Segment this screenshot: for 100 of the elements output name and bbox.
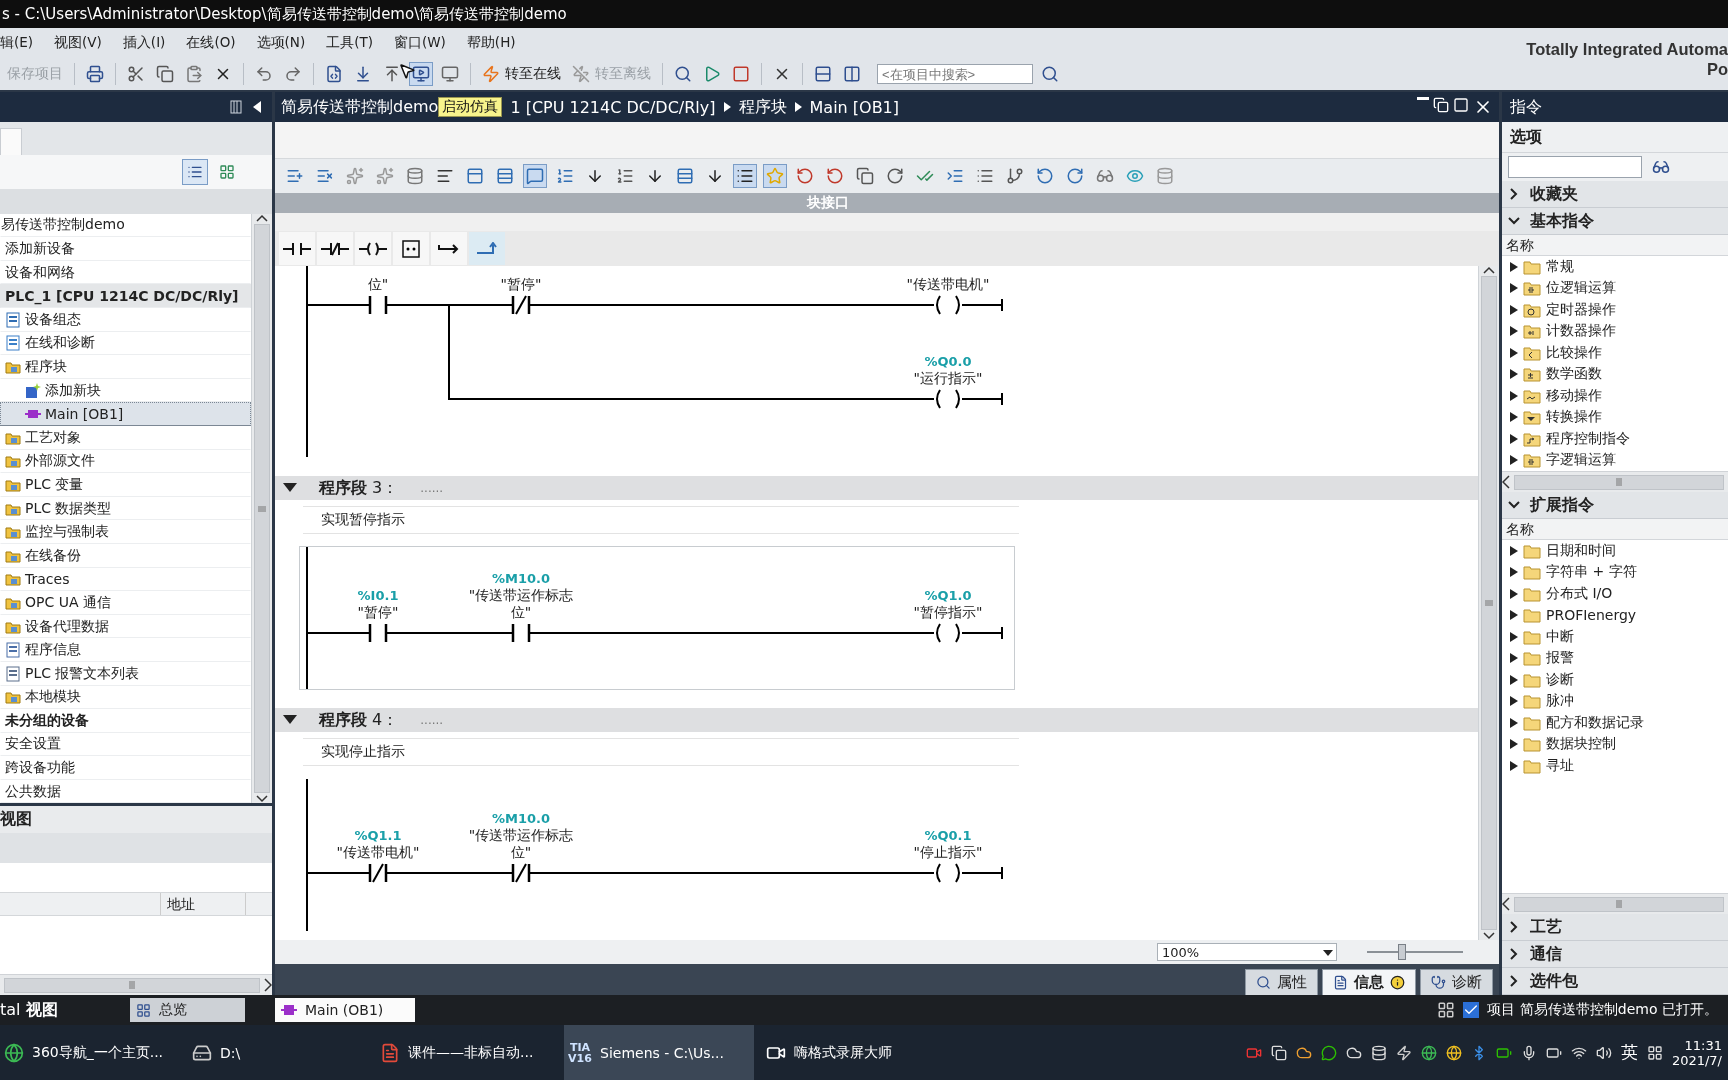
editor-tab[interactable]: Main (OB1)	[275, 998, 415, 1022]
section-header[interactable]: 收藏夹	[1502, 181, 1728, 208]
panel-title: 指令	[1510, 96, 1542, 118]
tag-label: "停止指示"	[913, 844, 983, 861]
instruction-folder[interactable]: 计数器操作	[1502, 320, 1728, 342]
inspector-tab[interactable]: 属性	[1245, 969, 1318, 995]
section-header[interactable]: 基本指令	[1502, 208, 1728, 235]
address-label: %Q0.1	[924, 827, 972, 844]
tree-item[interactable]: 易传送带控制demo	[0, 213, 251, 238]
column-header: 地址	[160, 893, 246, 916]
instruction-folder[interactable]: 定时器操作	[1502, 299, 1728, 321]
tree-item[interactable]: 程序块	[0, 355, 251, 379]
tree-item[interactable]: 在线和诊断	[0, 331, 251, 356]
tree-item[interactable]: 程序信息	[0, 638, 251, 662]
detail-view-title: 视图	[0, 809, 32, 831]
instruction-folder[interactable]: 字符串 + 字符	[1502, 561, 1728, 583]
editor-tab[interactable]: 总览	[130, 998, 245, 1022]
section-header[interactable]: 工艺	[1502, 914, 1728, 941]
tree-item[interactable]: 安全设置	[0, 732, 251, 757]
tooltip: 启动仿真	[438, 97, 503, 117]
tree-item[interactable]: 监控与强制表	[0, 520, 251, 544]
tag-label: "传送带运作标志位"	[467, 587, 575, 621]
brand-title: Totally Integrated Automa	[1526, 39, 1728, 59]
tag-label: "传送带电机"	[906, 276, 990, 293]
tree-item[interactable]: 设备代理数据	[0, 614, 251, 639]
tag-label: "运行指示"	[913, 370, 983, 387]
portal-view-link[interactable]: tal 视图	[0, 999, 130, 1021]
tree-item[interactable]: Traces	[0, 567, 251, 592]
instruction-folder[interactable]: 报警	[1502, 647, 1728, 669]
go-online-button[interactable]: 转至在线	[479, 62, 564, 86]
taskbar-item[interactable]: 嗨格式录屏大师	[762, 1025, 942, 1080]
instruction-folder[interactable]: 常规	[1502, 256, 1728, 278]
instruction-folder[interactable]: PROFIenergy	[1502, 604, 1728, 626]
instruction-folder[interactable]: 诊断	[1502, 669, 1728, 691]
menu-item[interactable]: 在线(O)	[186, 34, 236, 52]
clock-date: 2021/7/	[1671, 1052, 1722, 1068]
instruction-folder[interactable]: 数据块控制	[1502, 733, 1728, 755]
instruction-folder[interactable]: 中断	[1502, 626, 1728, 648]
tree-item[interactable]: Main [OB1]	[0, 402, 251, 426]
tree-item[interactable]: OPC UA 通信	[0, 591, 251, 615]
taskbar-item[interactable]: D:\	[188, 1025, 368, 1080]
instruction-folder[interactable]: 寻址	[1502, 755, 1728, 777]
menu-item[interactable]: 视图(V)	[54, 34, 102, 52]
address-label: %M10.0	[491, 570, 550, 587]
app-logo: TIA V16	[568, 1041, 592, 1064]
taskbar-item[interactable]: 360导航_一个主页...	[0, 1025, 180, 1080]
instruction-folder[interactable]: 转换操作	[1502, 406, 1728, 428]
instruction-folder[interactable]: 字逻辑运算	[1502, 449, 1728, 471]
tree-item[interactable]: 外部源文件	[0, 449, 251, 474]
address-label: %Q1.0	[924, 587, 972, 604]
menu-item[interactable]: 窗口(W)	[393, 34, 446, 52]
network-comment: 实现停止指示	[303, 738, 1019, 766]
menu-item[interactable]: 插入(I)	[122, 34, 166, 52]
network-title: 程序段 3：	[319, 477, 399, 499]
instruction-folder[interactable]: 程序控制指令	[1502, 428, 1728, 450]
menu-item[interactable]: 辑(E)	[0, 34, 34, 52]
options-label: 选项	[1510, 126, 1542, 148]
tag-label: "传送带电机"	[336, 844, 420, 861]
column-header: 名称	[1502, 235, 1728, 256]
breadcrumb-item[interactable]: 程序块	[738, 96, 787, 118]
status-message: 项目 简易传送带控制demo 已打开。	[1487, 1001, 1718, 1019]
instruction-folder[interactable]: 位逻辑运算	[1502, 277, 1728, 299]
tag-label: "暂停指示"	[913, 604, 983, 621]
instruction-folder[interactable]: 分布式 I/O	[1502, 583, 1728, 605]
instruction-folder[interactable]: 数学函数	[1502, 363, 1728, 385]
instruction-folder[interactable]: 配方和数据记录	[1502, 712, 1728, 734]
address-label: %M10.0	[491, 810, 550, 827]
tree-item[interactable]: PLC_1 [CPU 1214C DC/DC/Rly]	[0, 284, 251, 308]
taskbar-item[interactable]: 课件——非标自动...	[376, 1025, 556, 1080]
tree-item[interactable]: PLC 变量	[0, 473, 251, 497]
tag-label: "传送带运作标志位"	[467, 827, 575, 861]
tree-item[interactable]: 本地模块	[0, 685, 251, 710]
input-method-label[interactable]: 英	[1620, 1041, 1638, 1064]
breadcrumb-item[interactable]: 1 [CPU 1214C DC/DC/Rly]	[510, 97, 716, 117]
menu-item[interactable]: 工具(T)	[326, 34, 373, 52]
instruction-folder[interactable]: 比较操作	[1502, 342, 1728, 364]
section-header[interactable]: 扩展指令	[1502, 492, 1728, 519]
tree-item[interactable]: 设备组态	[0, 308, 251, 332]
instruction-folder[interactable]: 日期和时间	[1502, 540, 1728, 562]
tree-item[interactable]: PLC 数据类型	[0, 496, 251, 521]
tree-item[interactable]: PLC 报警文本列表	[0, 661, 251, 686]
address-label: %Q1.1	[354, 827, 402, 844]
menu-item[interactable]: 帮助(H)	[466, 34, 516, 52]
tree-item[interactable]: 工艺对象	[0, 425, 251, 450]
project-search-field[interactable]: <在项目中搜索>	[877, 64, 1033, 84]
breadcrumb-item[interactable]: Main [OB1]	[809, 97, 900, 117]
section-header[interactable]: 通信	[1502, 941, 1728, 968]
zoom-select[interactable]: 100%	[1157, 943, 1337, 961]
tree-item[interactable]: 未分组的设备	[0, 709, 251, 733]
tree-item[interactable]: 添加新设备	[0, 237, 251, 261]
window-title: s - C:\Users\Administrator\Desktop\简易传送带控制demo\简易传送带控制demo	[2, 4, 567, 24]
inspector-tab[interactable]: 信息	[1322, 969, 1416, 995]
inspector-tab[interactable]: 诊断	[1420, 969, 1493, 995]
tree-item[interactable]: 跨设备功能	[0, 756, 251, 780]
section-header[interactable]: 选件包	[1502, 968, 1728, 995]
instruction-folder[interactable]: 脉冲	[1502, 690, 1728, 712]
tree-item[interactable]: 在线备份	[0, 543, 251, 568]
instruction-folder[interactable]: 移动操作	[1502, 385, 1728, 407]
menu-item[interactable]: 选项(N)	[256, 34, 306, 52]
breadcrumb-item[interactable]: 简易传送带控制demo	[281, 96, 439, 118]
